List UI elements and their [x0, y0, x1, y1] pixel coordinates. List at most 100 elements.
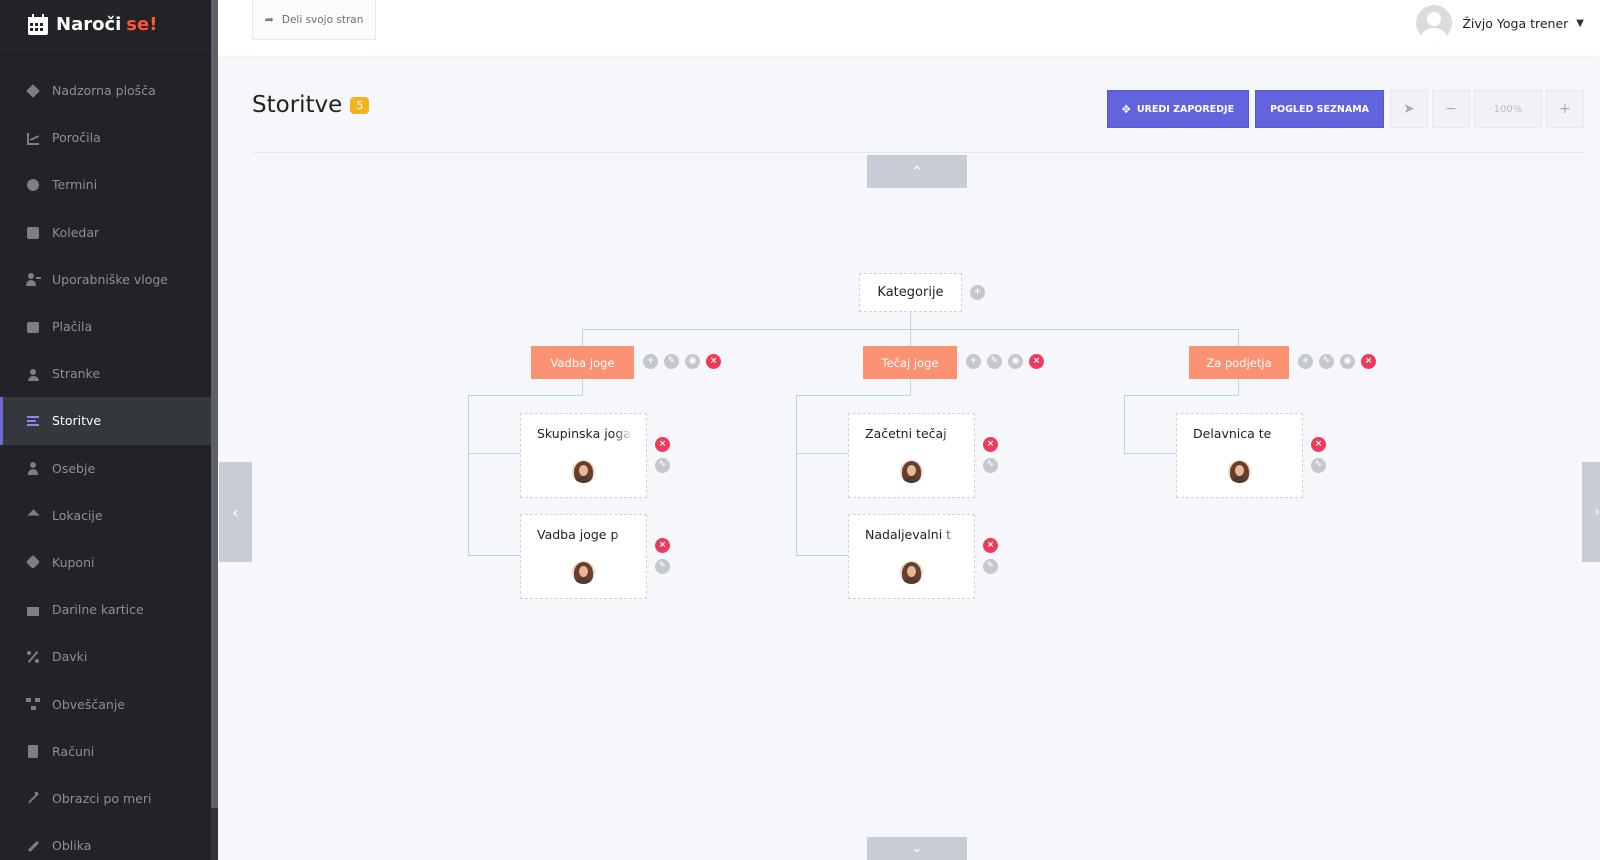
brand-logo[interactable]: Naroči se!	[0, 0, 218, 50]
sidebar-item-oblika[interactable]: Oblika	[0, 822, 211, 860]
sidebar-item-davki[interactable]: Davki	[0, 633, 211, 680]
category-node[interactable]: Vadba joge	[531, 346, 634, 379]
sidebar-item-koledar[interactable]: Koledar	[0, 209, 211, 256]
zoom-out-button[interactable]: −	[1432, 90, 1470, 128]
tree-connector	[1238, 329, 1239, 346]
delete-category-button[interactable]: ×	[1029, 354, 1044, 369]
globe-icon[interactable]: ◉	[1008, 354, 1023, 369]
sidebar-item-label: Računi	[52, 743, 95, 759]
header-divider	[252, 152, 1585, 153]
list-icon	[26, 414, 40, 428]
sidebar-item-racuni[interactable]: Računi	[0, 728, 211, 775]
service-node[interactable]: Nadaljevalni t	[848, 514, 975, 599]
tree-connector	[1238, 379, 1239, 396]
pan-down-button[interactable]: ⌄	[867, 837, 967, 860]
cube-icon	[26, 83, 40, 98]
zoom-in-button[interactable]: +	[1546, 90, 1584, 128]
location-arrow-icon: ➤	[1403, 101, 1415, 117]
sidebar-item-nadzorna-plosca[interactable]: Nadzorna plošča	[0, 67, 211, 114]
share-page-button[interactable]: ➦ Deli svojo stran	[252, 0, 376, 40]
invoice-icon	[26, 744, 40, 759]
sidebar-item-termini[interactable]: Termini	[0, 161, 211, 208]
pan-up-button[interactable]: ⌃	[867, 155, 967, 188]
tree-connector	[468, 555, 520, 556]
edit-order-button[interactable]: ✥ UREDI ZAPOREDJE	[1106, 90, 1250, 128]
delete-category-button[interactable]: ×	[706, 354, 721, 369]
brand-name: Naroči	[56, 14, 122, 35]
delete-service-button[interactable]: ×	[655, 437, 670, 452]
sidebar-item-obvescanje[interactable]: Obveščanje	[0, 680, 211, 727]
employee-avatar	[900, 460, 923, 483]
sidebar-item-porocila[interactable]: Poročila	[0, 114, 211, 161]
add-category-button[interactable]: +	[970, 285, 985, 300]
sidebar-item-label: Darilne kartice	[52, 602, 144, 618]
pan-left-button[interactable]: ‹	[219, 462, 252, 562]
sidebar-item-kuponi[interactable]: Kuponi	[0, 539, 211, 586]
service-node[interactable]: Skupinska joga	[520, 413, 647, 498]
tree-connector	[468, 395, 583, 396]
sidebar-scrollbar[interactable]	[211, 0, 218, 860]
sidebar-item-label: Davki	[52, 649, 88, 665]
globe-icon[interactable]: ◉	[1340, 354, 1355, 369]
user-menu[interactable]: Živjo Yoga trener ▼	[1416, 4, 1584, 42]
service-title: Začetni tečaj	[865, 426, 960, 441]
sidebar-item-lokacije[interactable]: Lokacije	[0, 492, 211, 539]
share-icon: ➦	[264, 13, 274, 26]
sidebar-scrollbar-thumb[interactable]	[211, 0, 218, 808]
root-category-node[interactable]: Kategorije	[859, 273, 962, 312]
sidebar-item-label: Kuponi	[52, 554, 95, 570]
percent-icon	[26, 650, 40, 664]
list-view-label: POGLED SEZNAMA	[1270, 103, 1369, 115]
edit-service-button[interactable]: ✎	[655, 458, 670, 473]
service-node[interactable]: Začetni tečaj	[848, 413, 975, 498]
category-node[interactable]: Tečaj joge	[863, 346, 957, 379]
delete-service-button[interactable]: ×	[1311, 437, 1326, 452]
sidebar-item-label: Lokacije	[52, 507, 103, 523]
edit-service-button[interactable]: ✎	[1311, 458, 1326, 473]
sidebar-item-uporabniske-vloge[interactable]: Uporabniške vloge	[0, 256, 211, 303]
tree-connector	[582, 379, 583, 396]
chart-icon	[26, 131, 40, 145]
edit-category-button[interactable]: ✎	[664, 354, 679, 369]
sidebar-item-label: Koledar	[52, 224, 100, 240]
zoom-level: 100%	[1474, 90, 1542, 128]
add-service-button[interactable]: +	[966, 354, 981, 369]
tree-connector	[1124, 395, 1239, 396]
chevron-down-icon: ⌄	[911, 841, 923, 856]
edit-category-button[interactable]: ✎	[1319, 354, 1334, 369]
sidebar-item-stranke[interactable]: Stranke	[0, 350, 211, 397]
service-node[interactable]: Delavnica te	[1176, 413, 1303, 498]
plus-icon: +	[1559, 101, 1571, 117]
sidebar-item-obrazci-po-meri[interactable]: Obrazci po meri	[0, 775, 211, 822]
center-view-button[interactable]: ➤	[1390, 90, 1428, 128]
tree-connector	[796, 395, 797, 556]
service-node[interactable]: Vadba joge p	[520, 514, 647, 599]
tag-icon	[25, 555, 41, 570]
delete-service-button[interactable]: ×	[983, 538, 998, 553]
edit-category-button[interactable]: ✎	[987, 354, 1002, 369]
add-service-button[interactable]: +	[643, 354, 658, 369]
pan-right-button[interactable]: ›	[1582, 462, 1600, 562]
add-service-button[interactable]: +	[1298, 354, 1313, 369]
sidebar-item-label: Poročila	[52, 130, 101, 146]
employee-avatar	[572, 561, 595, 584]
location-arrow-icon	[26, 508, 40, 522]
edit-service-button[interactable]: ✎	[655, 559, 670, 574]
service-title: Vadba joge p	[537, 527, 632, 542]
sidebar-item-osebje[interactable]: Osebje	[0, 445, 211, 492]
sidebar-item-darilne-kartice[interactable]: Darilne kartice	[0, 586, 211, 633]
delete-service-button[interactable]: ×	[983, 437, 998, 452]
page-title-text: Storitve	[252, 92, 343, 118]
list-view-button[interactable]: POGLED SEZNAMA	[1255, 90, 1384, 128]
sidebar-item-placila[interactable]: Plačila	[0, 303, 211, 350]
delete-service-button[interactable]: ×	[655, 538, 670, 553]
wallet-icon	[26, 320, 40, 334]
employee-avatar	[572, 460, 595, 483]
delete-category-button[interactable]: ×	[1361, 354, 1376, 369]
edit-service-button[interactable]: ✎	[983, 559, 998, 574]
sidebar-item-storitve[interactable]: Storitve	[0, 397, 211, 445]
globe-icon[interactable]: ◉	[685, 354, 700, 369]
edit-service-button[interactable]: ✎	[983, 458, 998, 473]
calendar-logo-icon	[27, 13, 49, 36]
category-node[interactable]: Za podjetja	[1189, 346, 1289, 379]
